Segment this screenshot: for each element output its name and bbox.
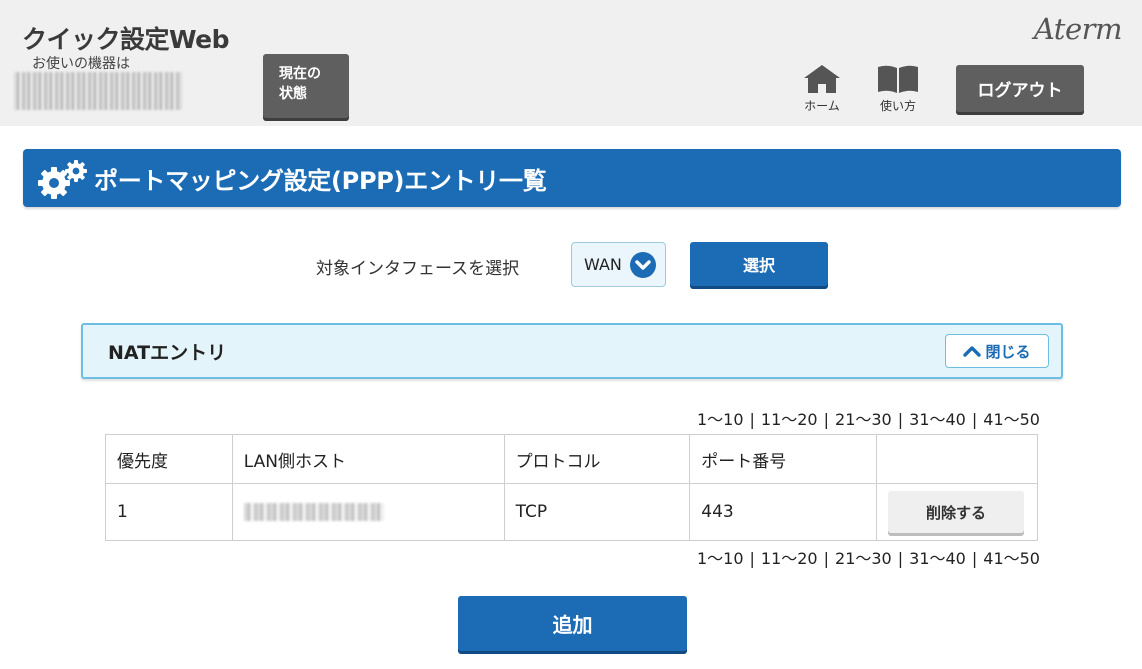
close-panel-button[interactable]: 閉じる xyxy=(945,334,1049,368)
select-button[interactable]: 選択 xyxy=(690,242,828,286)
nav-manual[interactable]: 使い方 xyxy=(870,64,926,114)
page-link-41-50[interactable]: 41〜50 xyxy=(983,549,1040,568)
add-button[interactable]: 追加 xyxy=(458,596,687,651)
brand-logo: Aterm xyxy=(1033,12,1123,46)
page-link-21-30[interactable]: 21〜30 xyxy=(835,549,892,568)
close-panel-label: 閉じる xyxy=(985,342,1031,361)
book-icon xyxy=(878,65,918,93)
logout-button[interactable]: ログアウト xyxy=(956,65,1084,112)
nav-home[interactable]: ホーム xyxy=(798,64,846,114)
cell-port: 443 xyxy=(689,483,877,541)
column-header-priority: 優先度 xyxy=(105,434,233,484)
nav-manual-label: 使い方 xyxy=(879,99,916,113)
home-icon xyxy=(804,65,840,93)
page-link-31-40[interactable]: 31〜40 xyxy=(909,549,966,568)
interface-select-value: WAN xyxy=(584,255,622,274)
page-title-banner: ポートマッピング設定(PPP)エントリ一覧 xyxy=(23,149,1121,207)
column-header-protocol: プロトコル xyxy=(503,434,691,484)
table-row: 1 TCP 443 削除する xyxy=(105,483,1038,541)
page-title: ポートマッピング設定(PPP)エントリ一覧 xyxy=(94,166,547,195)
cell-priority: 1 xyxy=(105,483,233,541)
cell-lan-host xyxy=(231,483,505,541)
page-link-21-30[interactable]: 21〜30 xyxy=(835,410,892,429)
header-bar: クイック設定Web お使いの機器は 現在の 状態 Aterm ホーム 使い方 ロ… xyxy=(0,0,1142,126)
masked-host-address xyxy=(243,503,384,521)
page-link-11-20[interactable]: 11〜20 xyxy=(761,410,818,429)
page-link-1-10[interactable]: 1〜10 xyxy=(697,410,744,429)
cell-action: 削除する xyxy=(876,483,1038,541)
column-header-lan-host: LAN側ホスト xyxy=(231,434,505,484)
app-title: クイック設定Web xyxy=(22,25,230,54)
chevron-up-icon xyxy=(963,346,982,357)
nav-home-label: ホーム xyxy=(804,99,840,113)
chevron-down-icon xyxy=(629,251,656,278)
page-link-41-50[interactable]: 41〜50 xyxy=(983,410,1040,429)
nat-entry-panel: NATエントリ 閉じる xyxy=(81,323,1063,379)
cell-protocol: TCP xyxy=(503,483,691,541)
column-header-port: ポート番号 xyxy=(689,434,877,484)
nat-entry-title: NATエントリ xyxy=(108,342,227,364)
pagination-bottom: 1〜10 | 11〜20 | 21〜30 | 31〜40 | 41〜50 xyxy=(696,549,1040,568)
delete-button[interactable]: 削除する xyxy=(888,491,1024,533)
page-link-11-20[interactable]: 11〜20 xyxy=(761,549,818,568)
interface-select[interactable]: WAN xyxy=(571,242,666,287)
interface-label: 対象インタフェースを選択 xyxy=(316,259,520,279)
pagination-top: 1〜10 | 11〜20 | 21〜30 | 31〜40 | 41〜50 xyxy=(696,410,1040,429)
current-status-button[interactable]: 現在の 状態 xyxy=(263,54,349,118)
column-header-action xyxy=(876,434,1038,484)
page-link-1-10[interactable]: 1〜10 xyxy=(697,549,744,568)
device-name-masked xyxy=(14,72,182,110)
device-label: お使いの機器は xyxy=(32,56,130,72)
page-link-31-40[interactable]: 31〜40 xyxy=(909,410,966,429)
table-header-row: 優先度 LAN側ホスト プロトコル ポート番号 xyxy=(105,434,1038,484)
gear-icon xyxy=(38,160,87,199)
nat-entry-table: 優先度 LAN側ホスト プロトコル ポート番号 1 TCP 443 削除する xyxy=(105,434,1038,541)
